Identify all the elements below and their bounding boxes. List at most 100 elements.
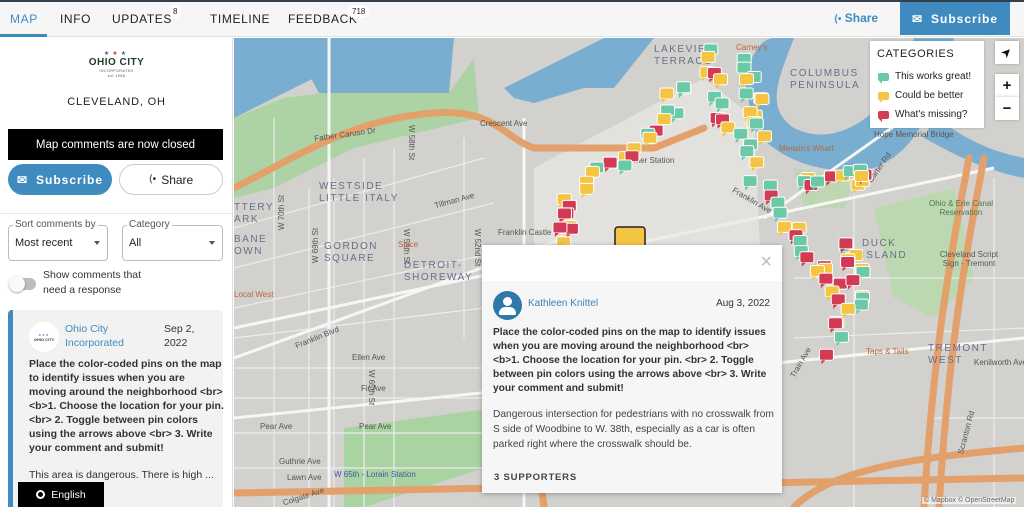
popup-date: Aug 3, 2022 [716,298,770,309]
zoom-in-button[interactable]: + [995,74,1019,97]
comment-pin[interactable] [700,50,716,67]
comment-pin[interactable] [738,87,754,104]
locate-arrow-icon: ➤ [999,45,1015,61]
comment-popup: × Kathleen Knittel Aug 3, 2022 Place the… [482,245,782,493]
sort-label: Sort comments by [13,219,98,230]
sidebar-subscribe-button[interactable]: ✉ Subscribe [8,164,112,195]
envelope-icon: ✉ [911,11,924,26]
needs-response-toggle[interactable] [9,276,36,292]
comment-pin[interactable] [833,330,849,347]
comment-pin[interactable] [642,131,658,148]
comment-pin[interactable] [840,302,856,319]
comment-pin[interactable] [799,251,815,267]
category-select[interactable]: Category All [122,219,223,261]
comment-pin[interactable] [602,156,618,173]
logo-stars: ★★★ [103,51,130,57]
share-label: Share [844,11,879,25]
close-icon[interactable]: × [760,251,772,274]
divider [0,213,232,214]
supporters-count[interactable]: 3 SUPPORTERS [494,472,577,483]
comments-closed-banner: Map comments are now closed [8,129,223,160]
popup-prompt: Place the color-coded pins on the map to… [493,327,767,394]
comment-pin[interactable] [659,87,675,103]
updates-count-badge: 8 [169,5,182,18]
comment-pin[interactable] [757,130,773,146]
legend-item-whats-missing[interactable]: What's missing? [878,109,968,122]
subscribe-label: Subscribe [36,172,104,187]
comment-pin[interactable] [617,159,633,175]
comment-prompt: Place the color-coded pins on the map to… [29,358,224,454]
user-avatar-icon [493,291,522,320]
legend-label: What's missing? [895,109,968,120]
comment-pin[interactable] [579,182,595,199]
logo-name: OHIO CITY [88,57,145,68]
location-label: CLEVELAND, OH [67,96,166,108]
ohio-city-logo: ★★★ OHIO CITY INCORPORATED est 1968 [0,50,232,78]
comment-pin[interactable] [845,274,861,290]
legend-title: CATEGORIES [877,48,955,60]
logo-est: est 1968 [107,74,126,78]
toggle-knob [9,276,25,292]
comment-pin[interactable] [853,298,869,315]
dropdown-arrow-icon [209,241,215,245]
top-nav: MAP INFO UPDATES 8 TIMELINE FEEDBACK 718… [0,0,1024,37]
zoom-out-button[interactable]: − [995,97,1019,120]
language-button[interactable]: English [18,482,104,507]
share-icon: ⟨• [148,174,157,185]
comment-author[interactable]: Ohio City Incorporated [65,322,145,350]
yellow-pin-icon [878,91,889,103]
categories-legend: CATEGORIES This works great! Could be be… [870,41,984,128]
globe-icon [36,490,46,499]
comment-pin[interactable] [754,92,770,109]
red-pin-icon [878,110,889,122]
sidebar-share-button[interactable]: ⟨• Share [119,164,223,195]
comment-pin[interactable] [818,348,834,365]
popup-comment-text: Dangerous intersection for pedestrians w… [493,409,774,450]
comment-pin[interactable] [720,121,736,137]
tab-updates[interactable]: UPDATES [112,12,172,26]
comment-pin[interactable] [739,73,755,89]
comment-pin[interactable] [742,175,758,191]
map-attribution[interactable]: © Mapbox © OpenStreetMap [922,497,1017,504]
language-label: English [51,488,86,501]
share-label: Share [161,172,194,187]
comment-pin[interactable] [713,73,729,89]
comment-card[interactable]: ★★★ OHIO CITY Ohio City Incorporated Sep … [8,310,224,507]
legend-item-works-great[interactable]: This works great! [878,71,972,84]
popup-header: × [482,245,782,281]
green-pin-icon [878,72,889,84]
comment-pin[interactable] [772,206,788,223]
sidebar: ★★★ OHIO CITY INCORPORATED est 1968 CLEV… [0,38,233,507]
tab-info[interactable]: INFO [60,12,91,26]
comment-pin[interactable] [749,156,765,172]
sort-select[interactable]: Sort comments by Most recent [8,219,108,261]
tab-feedback[interactable]: FEEDBACK [288,12,357,26]
subscribe-button[interactable]: ✉ Subscribe [900,2,1010,35]
sort-value: Most recent [15,237,73,249]
comment-pin[interactable] [840,255,856,272]
plus-icon: + [1002,77,1012,94]
share-icon: ⟨• [834,14,842,25]
envelope-icon: ✉ [16,172,29,187]
feedback-count-badge: 718 [348,5,370,18]
needs-response-label: Show comments that need a response [43,269,142,296]
comment-date: Sep 2, 2022 [164,323,195,349]
share-button[interactable]: ⟨• Share [834,11,878,25]
active-tab-indicator [0,34,47,37]
dropdown-arrow-icon [94,241,100,245]
avatar: ★★★ OHIO CITY [29,322,59,352]
tab-timeline[interactable]: TIMELINE [210,12,270,26]
legend-label: Could be better [895,90,964,101]
legend-item-could-be-better[interactable]: Could be better [878,90,964,103]
popup-author[interactable]: Kathleen Knittel [528,298,598,309]
category-label: Category [127,219,172,230]
category-value: All [129,237,142,249]
comment-pin[interactable] [827,317,843,333]
subscribe-label: Subscribe [931,11,999,26]
minus-icon: − [1002,100,1012,117]
logo-sub: INCORPORATED [99,69,134,73]
legend-label: This works great! [895,71,972,82]
locate-button[interactable]: ➤ [995,41,1019,64]
comment-pin[interactable] [714,97,730,113]
tab-map[interactable]: MAP [10,12,38,26]
